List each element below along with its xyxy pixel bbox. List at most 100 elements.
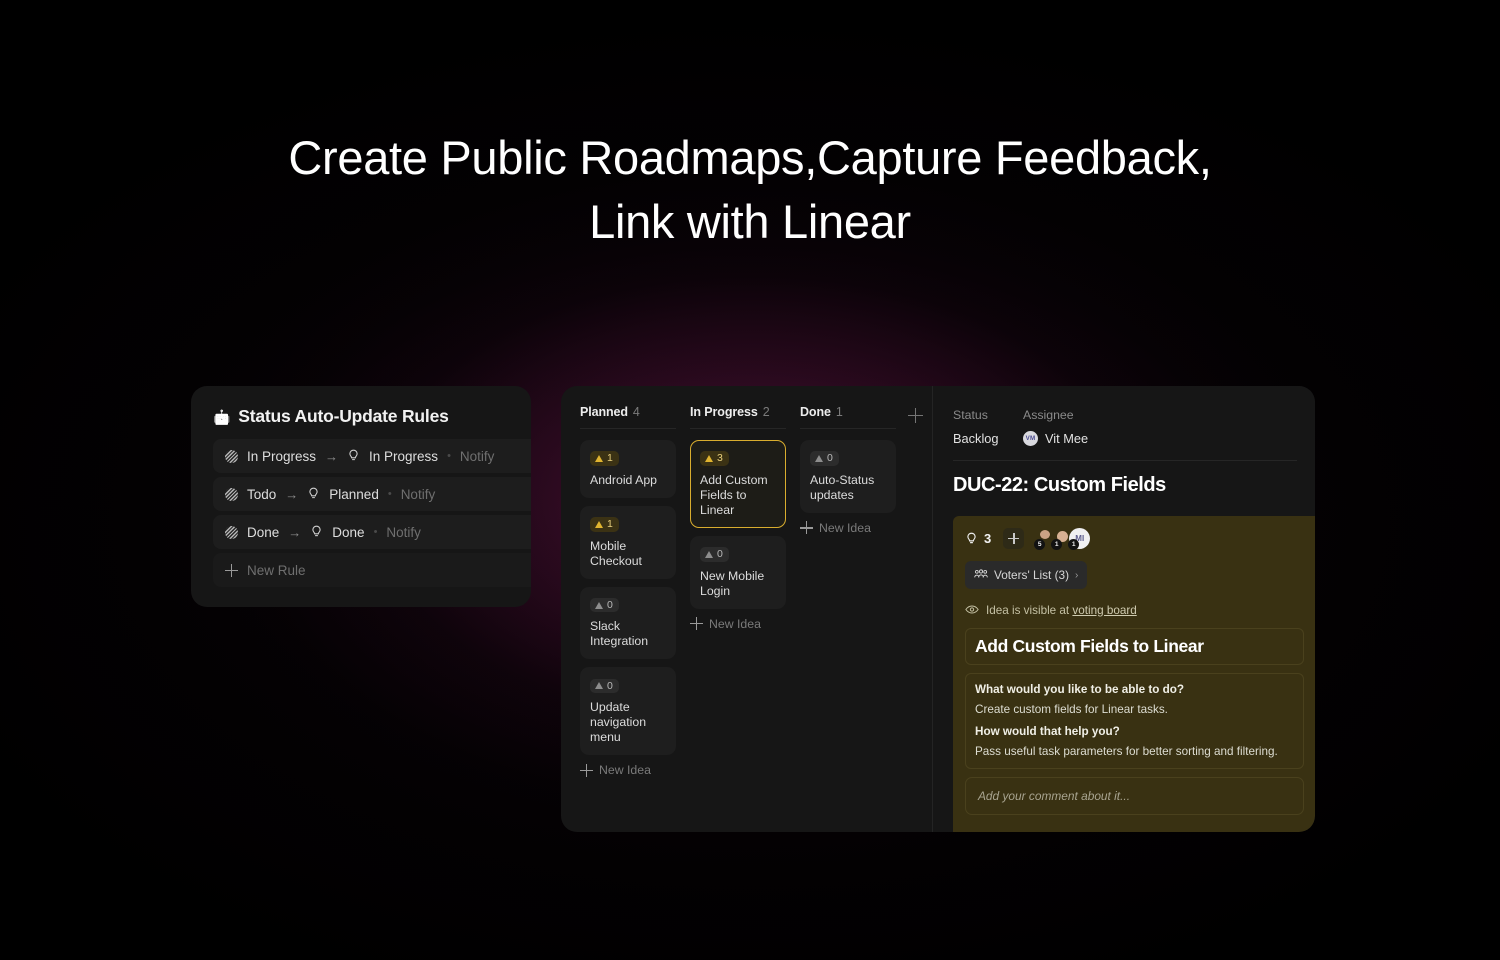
divider bbox=[953, 460, 1297, 461]
lightbulb-icon bbox=[307, 487, 320, 501]
separator-dot: • bbox=[373, 526, 378, 538]
lightbulb-icon bbox=[965, 532, 978, 546]
separator-dot: • bbox=[387, 488, 392, 500]
voters-list-button[interactable]: Voters' List (3) › bbox=[965, 561, 1088, 589]
upvote-triangle-icon bbox=[595, 682, 603, 690]
column-header[interactable]: In Progress 2 bbox=[690, 405, 786, 429]
vote-badge[interactable]: 1 bbox=[590, 451, 619, 466]
board-column-done: Done 1 0 Auto-Status updates New Idea bbox=[800, 405, 896, 777]
avatar-badge: 1 bbox=[1051, 539, 1063, 550]
vote-count: 0 bbox=[607, 598, 613, 611]
idea-vote-group[interactable]: 3 bbox=[965, 531, 991, 546]
idea-card[interactable]: 1 Mobile Checkout bbox=[580, 505, 676, 579]
arrow-right-icon: → bbox=[288, 524, 302, 540]
card-title: Slack Integration bbox=[590, 619, 649, 649]
card-title: Update navigation menu bbox=[590, 700, 647, 744]
page-title-line-1: Create Public Roadmaps,Capture Feedback, bbox=[288, 131, 1212, 184]
vote-badge[interactable]: 1 bbox=[590, 517, 619, 532]
comment-input[interactable]: Add your comment about it... bbox=[965, 777, 1304, 815]
avatar-badge: 5 bbox=[1034, 539, 1046, 550]
rule-source-status: In Progress bbox=[247, 448, 317, 464]
idea-card[interactable]: 0 New Mobile Login bbox=[690, 535, 786, 609]
lightbulb-icon bbox=[310, 525, 323, 539]
new-idea-button[interactable]: New Idea bbox=[800, 521, 896, 535]
arrow-right-icon: → bbox=[325, 448, 339, 464]
idea-description[interactable]: What would you like to be able to do? Cr… bbox=[965, 673, 1304, 769]
page-title: Create Public Roadmaps,Capture Feedback,… bbox=[0, 126, 1500, 254]
voter-avatars[interactable]: 5 1 MI 1 bbox=[1033, 528, 1091, 550]
new-idea-label: New Idea bbox=[819, 520, 871, 535]
column-header[interactable]: Done 1 bbox=[800, 405, 896, 429]
voters-list-label: Voters' List (3) bbox=[994, 568, 1070, 582]
vote-badge[interactable]: 0 bbox=[700, 547, 729, 562]
rule-target-status: In Progress bbox=[369, 448, 439, 464]
rule-source-status: Done bbox=[247, 524, 280, 540]
idea-detail-drawer: Status Assignee Backlog VM Vit Mee DUC-2… bbox=[932, 386, 1315, 832]
assignee-label: Assignee bbox=[1023, 408, 1074, 422]
idea-title-field[interactable]: Add Custom Fields to Linear bbox=[965, 628, 1304, 665]
upvote-triangle-icon bbox=[705, 455, 713, 462]
rules-panel-header: 🤖 Status Auto-Update Rules bbox=[213, 406, 509, 427]
assignee-value[interactable]: VM Vit Mee bbox=[1023, 431, 1297, 446]
vote-count: 1 bbox=[607, 518, 613, 530]
roadmap-board-panel: Planned 4 1 Android App 1 Mobile Checkou… bbox=[561, 386, 1315, 832]
new-rule-label: New Rule bbox=[247, 562, 306, 578]
add-column-button[interactable] bbox=[908, 408, 923, 423]
column-header[interactable]: Planned 4 bbox=[580, 405, 676, 429]
idea-card[interactable]: 0 Auto-Status updates bbox=[800, 440, 896, 513]
voting-board-link[interactable]: voting board bbox=[1072, 604, 1136, 617]
upvote-triangle-icon bbox=[705, 550, 713, 558]
new-rule-button[interactable]: New Rule bbox=[213, 553, 531, 587]
robot-icon: 🤖 bbox=[213, 408, 231, 425]
column-name: Planned bbox=[580, 405, 628, 419]
new-idea-button[interactable]: New Idea bbox=[580, 763, 676, 777]
vote-count: 0 bbox=[607, 679, 613, 692]
vote-badge[interactable]: 3 bbox=[700, 451, 729, 466]
idea-question-2: How would that help you? bbox=[975, 725, 1120, 738]
rule-row[interactable]: Todo → Planned • Notify bbox=[213, 477, 531, 511]
card-title: New Mobile Login bbox=[700, 568, 765, 598]
vote-badge[interactable]: 0 bbox=[810, 451, 839, 466]
new-idea-button[interactable]: New Idea bbox=[690, 617, 786, 631]
add-voter-button[interactable] bbox=[1003, 528, 1025, 549]
upvote-triangle-icon bbox=[595, 455, 603, 462]
vote-count: 3 bbox=[717, 452, 723, 465]
idea-card-selected[interactable]: 3 Add Custom Fields to Linear bbox=[690, 440, 786, 528]
rules-panel-title: Status Auto-Update Rules bbox=[238, 406, 449, 426]
linear-status-icon bbox=[225, 487, 238, 501]
avatar[interactable]: MI 1 bbox=[1068, 528, 1091, 550]
assignee-name: Vit Mee bbox=[1045, 431, 1089, 446]
people-icon bbox=[974, 566, 988, 584]
status-label: Status bbox=[953, 408, 988, 422]
plus-icon bbox=[690, 617, 703, 630]
vote-badge[interactable]: 0 bbox=[590, 597, 619, 613]
arrow-right-icon: → bbox=[285, 486, 299, 502]
idea-card[interactable]: 0 Slack Integration bbox=[580, 586, 676, 660]
kanban-board: Planned 4 1 Android App 1 Mobile Checkou… bbox=[561, 386, 933, 832]
idea-card[interactable]: 1 Android App bbox=[580, 440, 676, 498]
rule-row[interactable]: Done → Done • Notify bbox=[213, 515, 531, 549]
board-column-planned: Planned 4 1 Android App 1 Mobile Checkou… bbox=[580, 405, 676, 777]
rule-notify-label[interactable]: Notify bbox=[460, 449, 495, 464]
lightbulb-icon bbox=[347, 449, 360, 463]
rule-target-status: Planned bbox=[329, 486, 379, 502]
rule-row[interactable]: In Progress → In Progress • Notify bbox=[213, 439, 531, 473]
vote-count: 1 bbox=[607, 452, 613, 465]
vote-count: 0 bbox=[827, 452, 833, 465]
rule-notify-label[interactable]: Notify bbox=[386, 525, 421, 540]
idea-card[interactable]: 0 Update navigation menu bbox=[580, 667, 676, 755]
rule-notify-label[interactable]: Notify bbox=[401, 487, 436, 502]
avatar: VM bbox=[1023, 431, 1038, 446]
idea-title: Add Custom Fields to Linear bbox=[975, 636, 1204, 656]
new-idea-label: New Idea bbox=[599, 763, 651, 777]
column-name: Done bbox=[800, 405, 831, 419]
comment-placeholder: Add your comment about it... bbox=[978, 789, 1131, 803]
card-title: Android App bbox=[590, 472, 658, 487]
new-idea-label: New Idea bbox=[709, 616, 761, 631]
vote-badge[interactable]: 0 bbox=[590, 678, 619, 693]
visibility-row: Idea is visible at voting board bbox=[965, 601, 1304, 619]
status-value[interactable]: Backlog bbox=[953, 431, 1023, 446]
card-title: Auto-Status updates bbox=[810, 472, 875, 502]
plus-icon bbox=[225, 563, 238, 577]
upvote-triangle-icon bbox=[815, 455, 823, 462]
